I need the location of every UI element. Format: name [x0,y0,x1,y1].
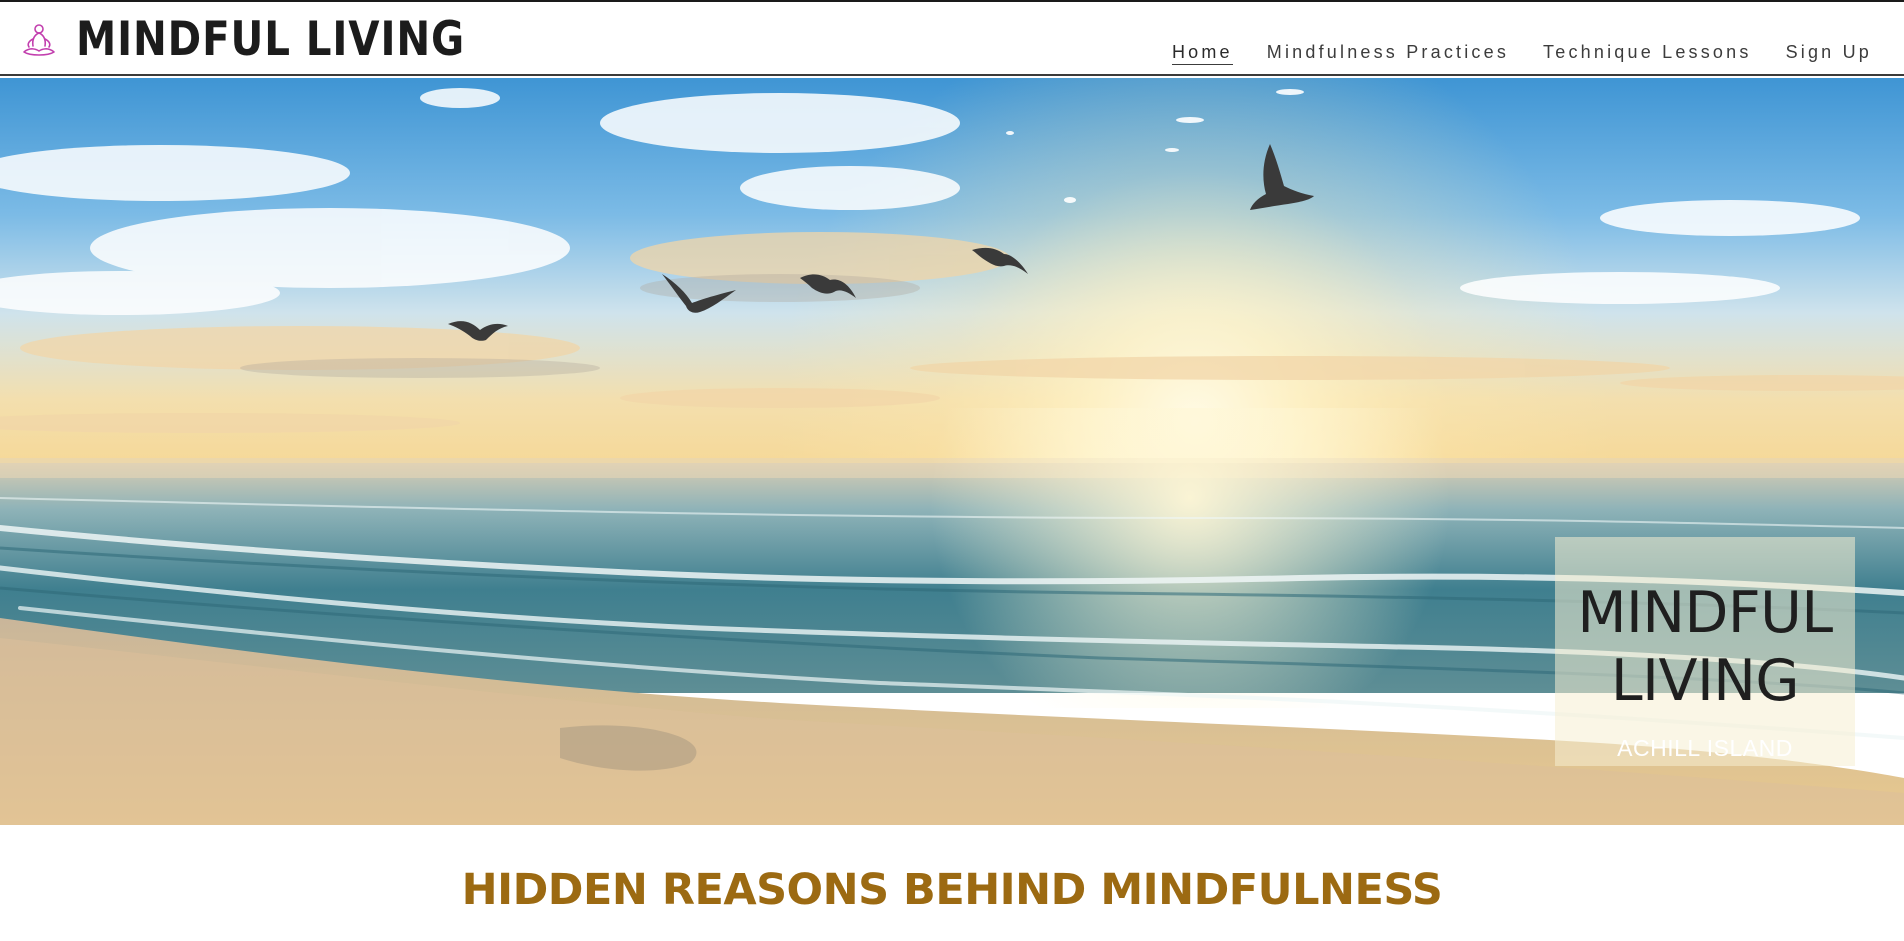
hero-title-card: MINDFUL LIVING ACHILL ISLAND [1555,537,1855,766]
hero-subtitle: ACHILL ISLAND [1617,735,1793,761]
site-header: MINDFUL LIVING Home Mindfulness Practice… [0,2,1904,76]
nav-technique-lessons[interactable]: Technique Lessons [1543,40,1752,65]
site-title[interactable]: MINDFUL LIVING [76,10,465,70]
hero-title-line-2: LIVING [1610,648,1800,714]
section-title: HIDDEN REASONS BEHIND MINDFULNESS [461,865,1443,915]
nav-home[interactable]: Home [1171,40,1233,65]
nav-sign-up[interactable]: Sign Up [1786,40,1872,65]
nav-mindfulness-practices[interactable]: Mindfulness Practices [1267,40,1509,65]
main-nav: Home Mindfulness Practices Technique Les… [1171,40,1872,65]
hero-title: MINDFUL LIVING [1555,537,1855,715]
hero-title-line-1: MINDFUL [1577,580,1833,646]
hero-banner: MINDFUL LIVING ACHILL ISLAND [0,78,1904,825]
meditation-icon [23,24,55,56]
